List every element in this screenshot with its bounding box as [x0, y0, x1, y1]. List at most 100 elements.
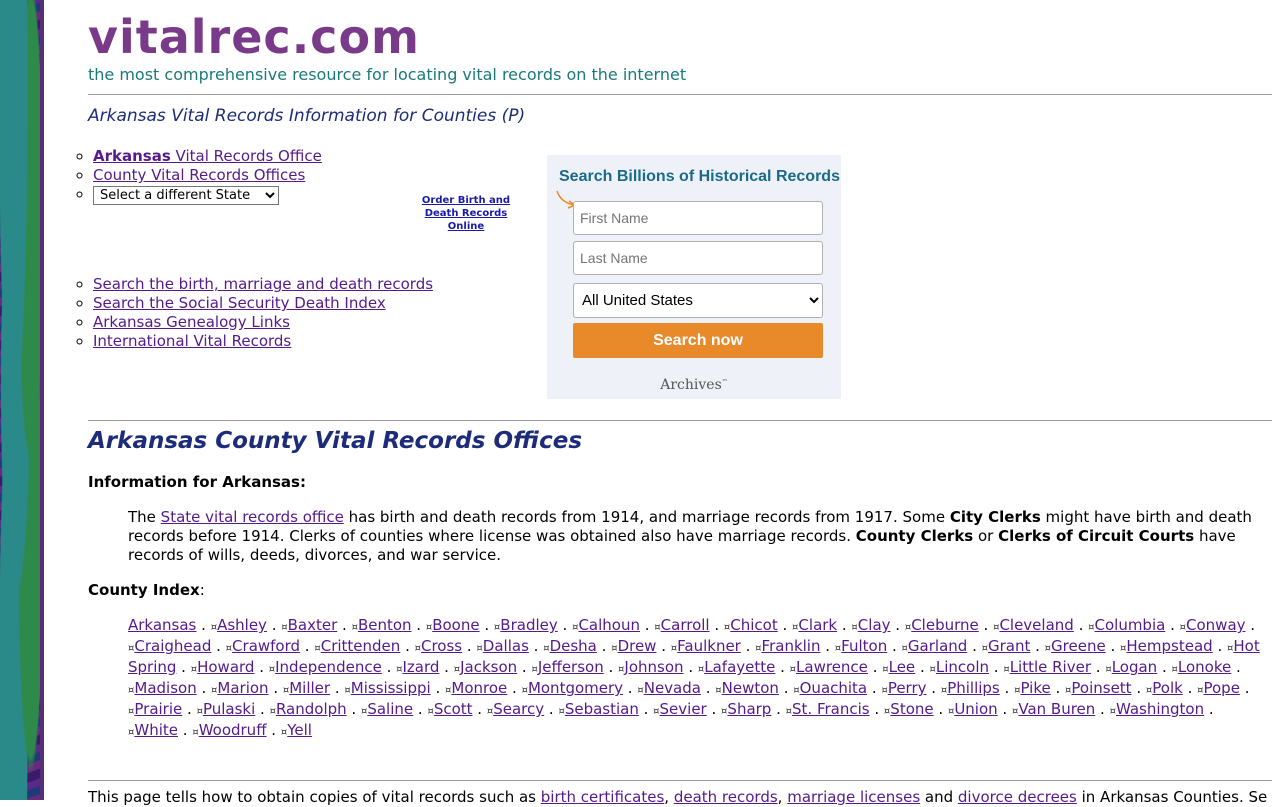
county-link[interactable]: Conway — [1186, 616, 1246, 634]
county-link[interactable]: Miller — [289, 679, 330, 697]
county-link[interactable]: Sharp — [727, 700, 771, 718]
county-separator: . — [1245, 616, 1256, 634]
county-link[interactable]: Franklin — [762, 637, 821, 655]
order-records-link[interactable]: Order Birth and Death Records Online — [422, 195, 510, 232]
county-link[interactable]: Cleburne — [911, 616, 979, 634]
archives-logo[interactable]: Archives™ — [547, 377, 841, 393]
site-logo[interactable]: vitalrec.com — [88, 10, 420, 64]
county-link[interactable]: Arkansas — [128, 616, 196, 634]
birth-certificates-link[interactable]: birth certificates — [541, 788, 665, 806]
county-link[interactable]: Prairie — [134, 700, 182, 718]
county-link[interactable]: Calhoun — [578, 616, 640, 634]
county-link[interactable]: Madison — [134, 679, 196, 697]
state-select[interactable]: Select a different State — [93, 186, 279, 205]
marriage-licenses-link[interactable]: marriage licenses — [787, 788, 920, 806]
county-link[interactable]: Lee — [889, 658, 916, 676]
county-link[interactable]: Mississippi — [351, 679, 431, 697]
county-link[interactable]: Johnson — [624, 658, 683, 676]
county-link[interactable]: Drew — [618, 637, 657, 655]
county-link[interactable]: Washington — [1116, 700, 1204, 718]
location-select[interactable]: All United States — [573, 283, 823, 318]
county-link[interactable]: Cross — [421, 637, 462, 655]
county-link[interactable]: Little River — [1010, 658, 1091, 676]
state-office-link[interactable]: Arkansas Vital Records Office — [93, 147, 322, 165]
county-link[interactable]: Polk — [1152, 679, 1183, 697]
search-now-button[interactable]: Search now — [573, 323, 823, 358]
county-separator: . — [1212, 637, 1227, 655]
county-link[interactable]: Monroe — [451, 679, 507, 697]
county-separator: . — [346, 700, 361, 718]
county-link[interactable]: Montgomery — [528, 679, 623, 697]
county-link[interactable]: Nevada — [644, 679, 701, 697]
county-link[interactable]: Pope — [1203, 679, 1239, 697]
county-link[interactable]: Benton — [358, 616, 412, 634]
county-link[interactable]: Perry — [888, 679, 927, 697]
county-link[interactable]: Chicot — [730, 616, 777, 634]
first-name-input[interactable] — [573, 201, 823, 235]
death-records-link[interactable]: death records — [674, 788, 778, 806]
county-link[interactable]: Jackson — [460, 658, 517, 676]
county-link[interactable]: Crawford — [232, 637, 300, 655]
county-link[interactable]: Clark — [798, 616, 837, 634]
ssdi-link[interactable]: Search the Social Security Death Index — [93, 294, 386, 312]
county-link[interactable]: Pulaski — [203, 700, 255, 718]
county-link[interactable]: Independence — [275, 658, 382, 676]
international-records-link[interactable]: International Vital Records — [93, 332, 291, 350]
county-link[interactable]: Fulton — [841, 637, 887, 655]
county-link[interactable]: Boone — [432, 616, 479, 634]
genealogy-links-link[interactable]: Arkansas Genealogy Links — [93, 313, 290, 331]
county-link[interactable]: Sebastian — [565, 700, 639, 718]
county-link[interactable]: Poinsett — [1071, 679, 1131, 697]
county-link[interactable]: Garland — [908, 637, 967, 655]
last-name-input[interactable] — [573, 241, 823, 275]
county-link[interactable]: Logan — [1112, 658, 1158, 676]
county-link[interactable]: Grant — [988, 637, 1030, 655]
county-link[interactable]: Van Buren — [1018, 700, 1095, 718]
county-link[interactable]: Clay — [858, 616, 891, 634]
county-link[interactable]: Bradley — [500, 616, 557, 634]
county-link[interactable]: Jefferson — [538, 658, 604, 676]
divorce-decrees-link[interactable]: divorce decrees — [958, 788, 1077, 806]
site-tagline: the most comprehensive resource for loca… — [88, 65, 687, 84]
county-link[interactable]: Lawrence — [796, 658, 868, 676]
county-link[interactable]: Stone — [890, 700, 933, 718]
county-link[interactable]: Saline — [367, 700, 413, 718]
state-vital-records-link[interactable]: State vital records office — [161, 508, 344, 526]
county-link[interactable]: Randolph — [276, 700, 347, 718]
county-link[interactable]: Lafayette — [704, 658, 775, 676]
county-link[interactable]: Izard — [402, 658, 439, 676]
county-link[interactable]: Pike — [1020, 679, 1050, 697]
county-link[interactable]: Desha — [550, 637, 597, 655]
county-link[interactable]: Newton — [722, 679, 779, 697]
county-link[interactable]: Woodruff — [199, 721, 267, 739]
county-link[interactable]: Union — [954, 700, 997, 718]
county-link[interactable]: Columbia — [1095, 616, 1166, 634]
county-separator: . — [413, 700, 428, 718]
county-link[interactable]: Cleveland — [999, 616, 1073, 634]
county-link[interactable]: Lonoke — [1178, 658, 1231, 676]
county-link[interactable]: Ashley — [217, 616, 267, 634]
county-link[interactable]: Searcy — [493, 700, 544, 718]
county-separator: . — [656, 637, 671, 655]
county-link[interactable]: Phillips — [947, 679, 1000, 697]
county-link[interactable]: Ouachita — [800, 679, 868, 697]
county-offices-link[interactable]: County Vital Records Offices — [93, 166, 305, 184]
county-link[interactable]: Howard — [197, 658, 254, 676]
county-link[interactable]: Crittenden — [321, 637, 401, 655]
county-separator: . — [430, 679, 445, 697]
county-link[interactable]: Yell — [287, 721, 312, 739]
county-link[interactable]: Marion — [217, 679, 268, 697]
county-link[interactable]: Baxter — [288, 616, 338, 634]
county-link[interactable]: Dallas — [483, 637, 529, 655]
county-link[interactable]: Carroll — [661, 616, 710, 634]
county-link[interactable]: Scott — [434, 700, 473, 718]
county-link[interactable]: Lincoln — [936, 658, 989, 676]
county-link[interactable]: Greene — [1051, 637, 1106, 655]
county-link[interactable]: Faulkner — [677, 637, 741, 655]
search-records-link[interactable]: Search the birth, marriage and death rec… — [93, 275, 433, 293]
county-link[interactable]: Craighead — [134, 637, 211, 655]
county-link[interactable]: Sevier — [660, 700, 707, 718]
county-link[interactable]: White — [134, 721, 178, 739]
county-link[interactable]: Hempstead — [1126, 637, 1212, 655]
county-link[interactable]: St. Francis — [792, 700, 870, 718]
